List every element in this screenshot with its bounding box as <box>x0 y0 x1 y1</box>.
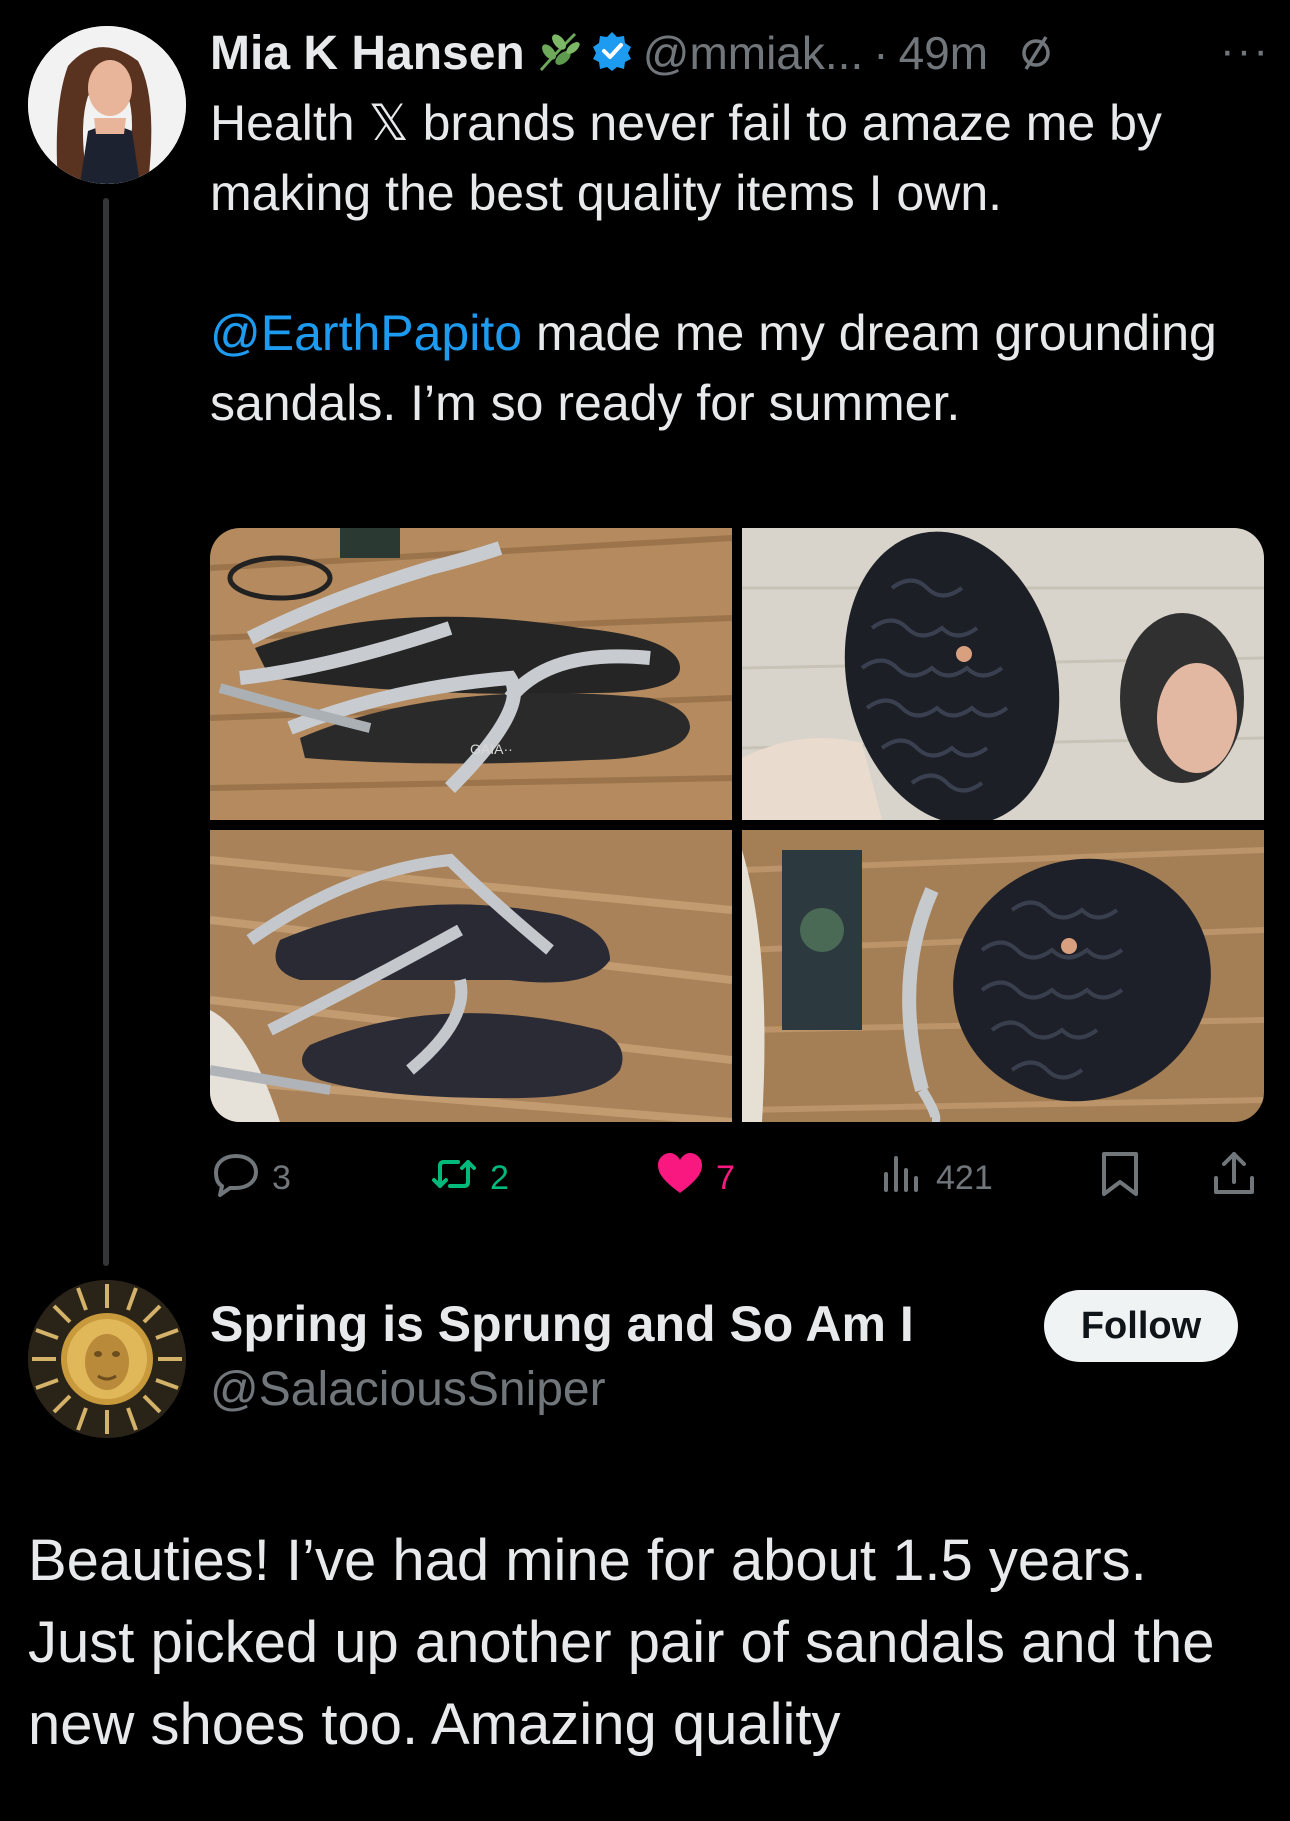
media-image-3[interactable] <box>210 830 732 1122</box>
tweet-header: Mia K Hansen @mmiak... · 49m ··· <box>210 18 1270 88</box>
repost-icon <box>428 1148 480 1209</box>
reply-text: Beauties! I’ve had mine for about 1.5 ye… <box>28 1528 1215 1757</box>
like-count: 7 <box>716 1158 735 1197</box>
x-logo-glyph: 𝕏 <box>368 95 409 151</box>
repost-button[interactable]: 2 <box>428 1150 509 1206</box>
views-icon <box>878 1150 926 1207</box>
repost-count: 2 <box>490 1158 509 1197</box>
mute-icon <box>1016 31 1056 76</box>
tweet-actions: 3 2 7 421 <box>210 1150 1260 1206</box>
follow-button[interactable]: Follow <box>1044 1290 1238 1362</box>
bookmark-button[interactable] <box>1096 1150 1144 1206</box>
text-segment: Health <box>210 95 369 151</box>
reply-icon <box>210 1148 262 1209</box>
reply-count: 3 <box>272 1158 291 1197</box>
share-button[interactable] <box>1208 1150 1260 1206</box>
media-image-1[interactable]: GAIA·· <box>210 528 732 820</box>
timestamp[interactable]: 49m <box>899 26 988 80</box>
like-icon <box>654 1148 706 1209</box>
views-button[interactable]: 421 <box>878 1150 993 1206</box>
separator-dot: · <box>873 27 889 79</box>
author-avatar[interactable] <box>28 26 186 184</box>
media-image-4[interactable] <box>742 830 1264 1122</box>
like-button[interactable]: 7 <box>654 1150 735 1206</box>
tweet-paragraph-1: Health 𝕏 brands never fail to amaze me b… <box>210 88 1260 228</box>
media-image-2[interactable] <box>742 528 1264 820</box>
reply-author-name[interactable]: Spring is Sprung and So Am I <box>210 1290 914 1358</box>
bookmark-icon <box>1096 1148 1144 1209</box>
verified-badge-icon <box>591 30 633 77</box>
reply-author-handle[interactable]: @SalaciousSniper <box>210 1358 914 1422</box>
tweet-text: Health 𝕏 brands never fail to amaze me b… <box>210 88 1260 438</box>
thread-connector-line <box>103 198 109 1266</box>
reply-button[interactable]: 3 <box>210 1150 291 1206</box>
share-icon <box>1208 1148 1260 1209</box>
mention-link[interactable]: @EarthPapito <box>210 305 522 361</box>
author-handle[interactable]: @mmiak... <box>643 26 863 80</box>
sun-emblem-avatar <box>28 1280 186 1438</box>
reply-author-avatar[interactable] <box>28 1280 186 1438</box>
media-grid: GAIA·· <box>210 528 1264 1122</box>
author-name[interactable]: Mia K Hansen <box>210 26 525 81</box>
avatar-portrait <box>28 26 186 184</box>
more-icon[interactable]: ··· <box>1220 26 1270 76</box>
reply-header: Spring is Sprung and So Am I @SalaciousS… <box>210 1290 914 1422</box>
tweet-paragraph-2: @EarthPapito made me my dream grounding … <box>210 298 1260 438</box>
view-count: 421 <box>936 1158 993 1197</box>
sandal-print: GAIA·· <box>470 741 513 757</box>
leaf-icon <box>535 28 581 79</box>
